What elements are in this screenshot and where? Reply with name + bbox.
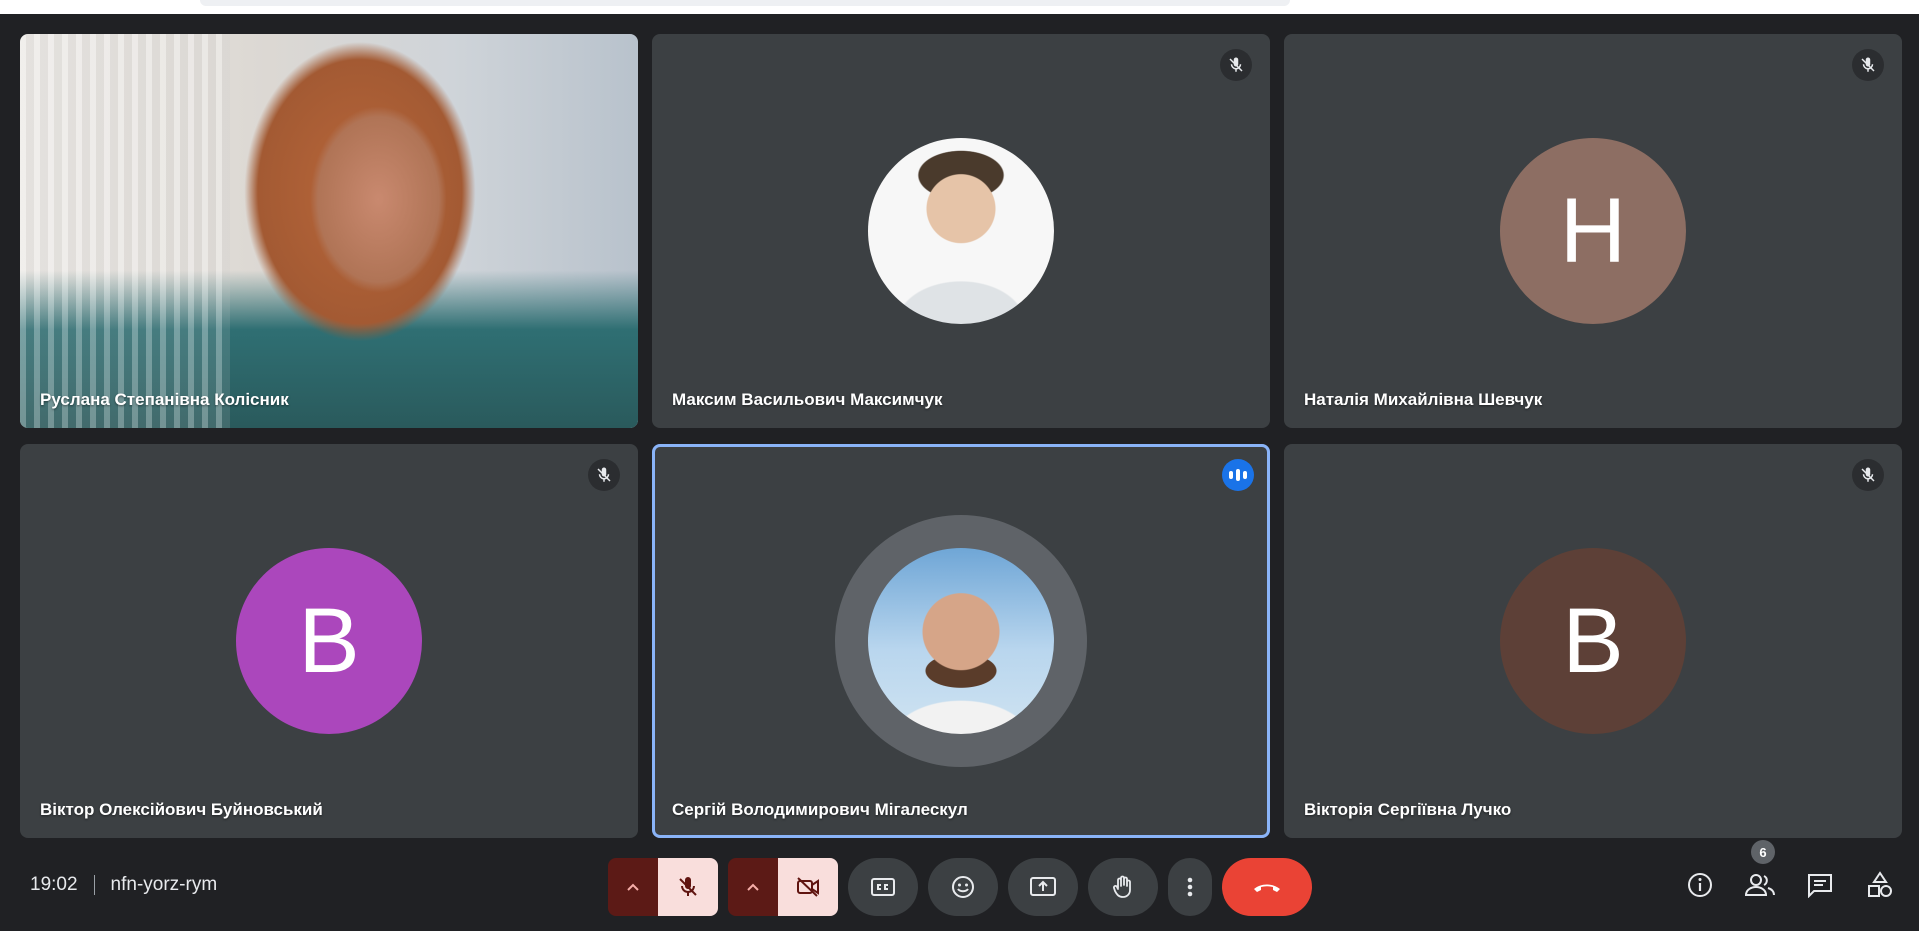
meeting-details: 19:02 nfn-yorz-rym — [30, 874, 217, 896]
participant-grid: Руслана Степанівна Колісник Максим Васил… — [20, 34, 1902, 838]
camera-off-icon — [797, 877, 819, 897]
emoji-reactions-button[interactable] — [928, 858, 998, 916]
camera-toggle-button[interactable] — [778, 858, 838, 916]
avatar: В — [1500, 548, 1686, 734]
avatar: В — [236, 548, 422, 734]
captions-button[interactable] — [848, 858, 918, 916]
mic-toggle-button[interactable] — [658, 858, 718, 916]
captions-icon — [871, 878, 895, 896]
activities-icon — [1868, 871, 1892, 897]
mic-off-icon — [679, 877, 697, 896]
meeting-details-button[interactable] — [1681, 866, 1719, 904]
people-button[interactable]: 6 — [1741, 840, 1779, 904]
meeting-code: nfn-yorz-rym — [110, 874, 218, 895]
side-panel-toggles: 6 — [1681, 840, 1899, 904]
more-vert-icon — [1187, 877, 1193, 897]
present-icon — [1030, 877, 1056, 896]
avatar — [868, 548, 1054, 734]
audio-options-button[interactable] — [608, 858, 658, 916]
participant-name: Руслана Степанівна Колісник — [40, 390, 289, 409]
participant-tile[interactable]: В Віктор Олексійович Буйновський — [20, 444, 638, 838]
microphone-control — [608, 858, 718, 916]
mic-muted-icon — [1852, 459, 1884, 491]
tab-strip — [200, 0, 1290, 6]
participant-name: Максим Васильович Максимчук — [672, 390, 943, 409]
video-curtain — [20, 34, 230, 428]
raise-hand-icon — [1113, 875, 1131, 898]
mic-muted-icon — [1852, 49, 1884, 81]
people-icon — [1744, 874, 1775, 896]
end-call-icon — [1254, 884, 1280, 892]
participant-name: Віктор Олексійович Буйновський — [40, 800, 323, 819]
participant-tile[interactable]: Максим Васильович Максимчук — [652, 34, 1270, 428]
activities-button[interactable] — [1861, 866, 1899, 904]
chat-button[interactable] — [1801, 866, 1839, 904]
chevron-up-icon — [627, 883, 639, 891]
avatar — [868, 138, 1054, 324]
info-icon — [1688, 873, 1712, 897]
more-options-button[interactable] — [1168, 858, 1212, 916]
meeting-toolbar: 19:02 nfn-yorz-rym 6 — [0, 838, 1919, 931]
meeting-time: 19:02 — [30, 874, 78, 895]
participant-tile[interactable]: В Вікторія Сергіївна Лучко — [1284, 444, 1902, 838]
participant-name: Вікторія Сергіївна Лучко — [1304, 800, 1512, 819]
present-screen-button[interactable] — [1008, 858, 1078, 916]
participant-name: Сергій Володимирович Мігалескул — [672, 800, 968, 819]
video-options-button[interactable] — [728, 858, 778, 916]
chevron-up-icon — [747, 883, 759, 891]
mic-muted-icon — [1220, 49, 1252, 81]
mic-muted-icon — [588, 459, 620, 491]
participant-name: Наталія Михайлівна Шевчук — [1304, 390, 1543, 409]
participant-video — [20, 34, 638, 428]
raise-hand-button[interactable] — [1088, 858, 1158, 916]
speaking-indicator-icon — [1222, 459, 1254, 491]
leave-call-button[interactable] — [1222, 858, 1312, 916]
divider — [93, 875, 95, 895]
browser-top-strip — [0, 0, 1919, 14]
call-controls — [608, 858, 1322, 916]
people-count-badge: 6 — [1751, 840, 1775, 864]
avatar: Н — [1500, 138, 1686, 324]
participant-tile-active-speaker[interactable]: Сергій Володимирович Мігалескул — [652, 444, 1270, 838]
participant-tile[interactable]: Н Наталія Михайлівна Шевчук — [1284, 34, 1902, 428]
camera-control — [728, 858, 838, 916]
chat-icon — [1808, 874, 1832, 898]
participant-tile[interactable]: Руслана Степанівна Колісник — [20, 34, 638, 428]
emoji-icon — [952, 876, 974, 898]
